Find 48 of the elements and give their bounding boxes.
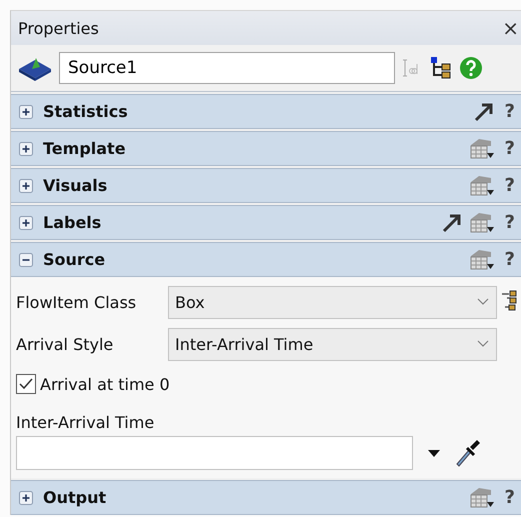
section-title: Statistics	[43, 102, 128, 121]
expand-toggle-icon[interactable]	[19, 178, 33, 192]
section-title: Template	[43, 139, 126, 158]
input-field[interactable]	[16, 436, 413, 470]
help-button[interactable]: ?	[500, 249, 521, 270]
window-title: Properties	[18, 18, 100, 38]
expand-toggle-icon[interactable]	[19, 216, 33, 230]
eyedropper-icon[interactable]	[455, 438, 481, 468]
arrow-icon[interactable]	[472, 100, 495, 122]
arrow-icon[interactable]	[440, 212, 463, 234]
expand-toggle-icon[interactable]	[19, 104, 33, 118]
dropdown-arrow-icon[interactable]	[427, 448, 441, 458]
table-menu-icon[interactable]	[468, 486, 495, 510]
help-button[interactable]: ?	[500, 212, 521, 233]
help-button[interactable]: ?	[500, 138, 521, 159]
table-menu-icon[interactable]	[468, 210, 495, 234]
name-field[interactable]: Source1	[59, 52, 395, 84]
dropdown[interactable]: Inter-Arrival Time	[168, 328, 497, 360]
help-button[interactable]: ?	[500, 175, 521, 196]
section-title: Labels	[43, 213, 102, 232]
field-label: Arrival Style	[16, 334, 114, 354]
field-label: Inter-Arrival Time	[16, 413, 156, 432]
section-title: Source	[43, 250, 106, 269]
section-header[interactable]: Source ?	[11, 242, 521, 277]
section-header[interactable]: Template ?	[11, 131, 521, 166]
section-title: Output	[43, 488, 106, 507]
section-header[interactable]: Labels ?	[11, 205, 521, 240]
tree-icon[interactable]	[429, 56, 453, 80]
table-menu-icon[interactable]	[468, 136, 495, 160]
chevron-icon[interactable]	[476, 339, 490, 349]
help-icon[interactable]	[459, 56, 483, 80]
checkbox-label: Arrival at time 0	[40, 374, 170, 394]
section-header[interactable]: Visuals ?	[11, 168, 521, 203]
close-button[interactable]: ×	[500, 16, 521, 40]
help-button[interactable]: ?	[500, 101, 521, 122]
chevron-icon[interactable]	[476, 297, 490, 307]
expand-toggle-icon[interactable]	[19, 252, 33, 266]
expand-toggle-icon[interactable]	[19, 142, 33, 156]
section-header[interactable]: Output ?	[11, 480, 521, 515]
table-menu-icon[interactable]	[468, 248, 495, 272]
help-button[interactable]: ?	[500, 487, 521, 508]
field-label: FlowItem Class	[16, 292, 138, 312]
dropdown[interactable]: Box	[168, 286, 497, 318]
table-menu-icon[interactable]	[468, 174, 495, 198]
checkbox[interactable]	[16, 374, 36, 394]
section-title: Visuals	[43, 176, 108, 195]
expand-toggle-icon[interactable]	[19, 490, 33, 504]
section-header[interactable]: Statistics ?	[11, 94, 521, 129]
